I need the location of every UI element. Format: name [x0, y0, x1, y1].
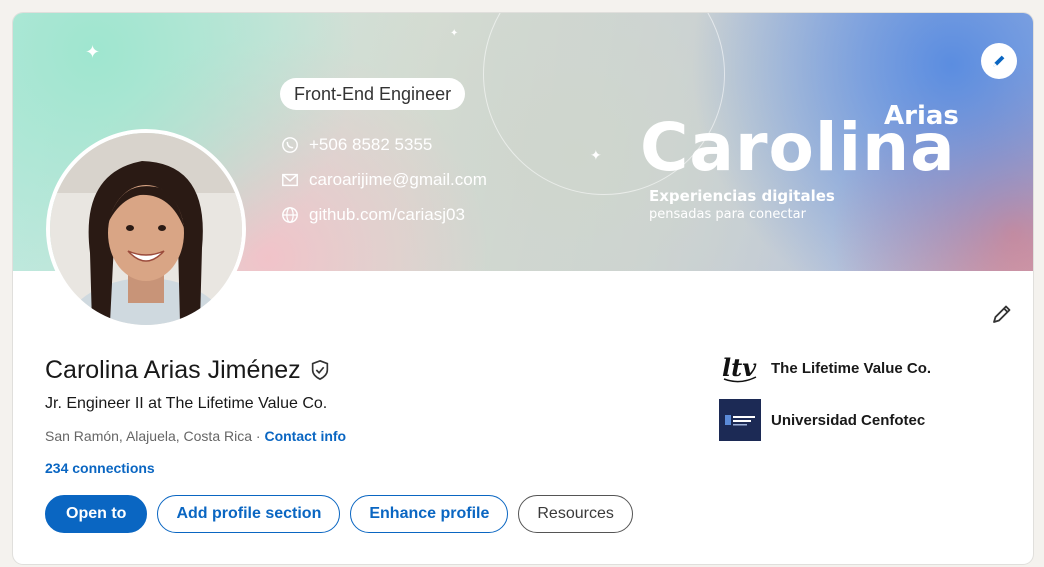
- profile-card: ✦ ✦ ✦ Front-End Engineer +506 8582 5355 …: [13, 13, 1033, 564]
- banner-email-text: caroarijime@gmail.com: [309, 170, 487, 189]
- profile-location: San Ramón, Alajuela, Costa Rica: [45, 428, 252, 444]
- banner-website: github.com/cariasj03: [281, 203, 465, 227]
- sparkle-icon: ✦: [85, 42, 101, 62]
- pencil-icon: [993, 305, 1011, 323]
- mail-icon: [282, 173, 298, 187]
- edit-banner-button[interactable]: [981, 43, 1017, 79]
- org-item-current-company[interactable]: ltv The Lifetime Value Co.: [719, 347, 931, 389]
- open-to-button[interactable]: Open to: [45, 495, 148, 533]
- banner-tagline-1: Experiencias digitales: [649, 187, 835, 205]
- profile-headline: Jr. Engineer II at The Lifetime Value Co…: [45, 395, 328, 412]
- profile-name: Carolina Arias Jiménez: [45, 356, 301, 384]
- contact-info-link[interactable]: Contact info: [264, 428, 346, 444]
- name-row: Carolina Arias Jiménez: [45, 354, 331, 386]
- banner-brand-first-name: Carolina: [640, 109, 956, 186]
- phone-icon: [282, 137, 298, 153]
- globe-icon: [282, 207, 298, 223]
- banner-email: caroarijime@gmail.com: [281, 168, 487, 192]
- ltv-logo-icon: ltv: [719, 347, 761, 389]
- resources-button[interactable]: Resources: [518, 495, 633, 533]
- verified-shield-icon[interactable]: [309, 359, 331, 381]
- profile-actions: Open to Add profile section Enhance prof…: [45, 495, 643, 533]
- org-name: Universidad Cenfotec: [771, 411, 926, 429]
- org-item-education[interactable]: Universidad Cenfotec: [719, 399, 925, 441]
- enhance-profile-button[interactable]: Enhance profile: [350, 495, 509, 533]
- avatar-illustration: [50, 133, 242, 325]
- svg-text:ltv: ltv: [722, 353, 757, 382]
- banner-tagline-2: pensadas para conectar: [649, 207, 806, 222]
- banner-phone-text: +506 8582 5355: [309, 135, 433, 154]
- sparkle-icon: ✦: [450, 28, 459, 39]
- org-name: The Lifetime Value Co.: [771, 359, 932, 377]
- banner-role-pill: Front-End Engineer: [280, 78, 466, 110]
- location-separator: ·: [255, 428, 261, 444]
- cenfotec-logo-icon: [719, 399, 761, 441]
- edit-intro-button[interactable]: [987, 299, 1017, 329]
- connections-link[interactable]: 234 connections: [45, 458, 155, 478]
- sparkle-icon: ✦: [590, 147, 602, 163]
- pencil-icon: [993, 55, 1005, 67]
- profile-photo[interactable]: [46, 129, 246, 329]
- banner-phone: +506 8582 5355: [281, 133, 432, 157]
- add-profile-section-button[interactable]: Add profile section: [157, 495, 341, 533]
- banner-website-text: github.com/cariasj03: [309, 205, 465, 224]
- location-row: San Ramón, Alajuela, Costa Rica · Contac…: [45, 426, 346, 446]
